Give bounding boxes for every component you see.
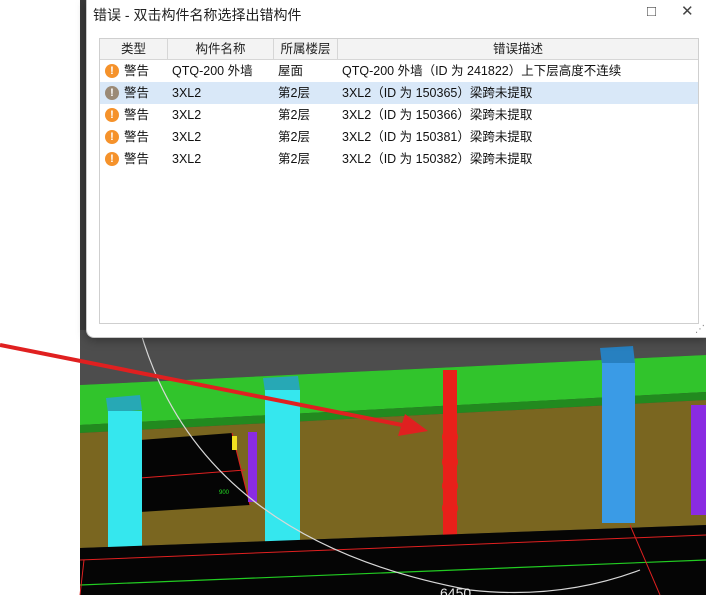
column-header-name[interactable]: 构件名称 bbox=[168, 39, 274, 59]
warning-icon: ! bbox=[105, 86, 119, 100]
arrow-shaft bbox=[0, 343, 413, 429]
column-header-description[interactable]: 错误描述 bbox=[338, 39, 698, 59]
row-description: 3XL2（ID 为 150381）梁跨未提取 bbox=[342, 130, 533, 144]
table-row[interactable]: ! 警告 3XL2 第2层 3XL2（ID 为 150365）梁跨未提取 bbox=[100, 82, 698, 104]
close-icon[interactable]: ✕ bbox=[681, 2, 694, 22]
row-component-name: 3XL2 bbox=[172, 108, 202, 122]
arrow-head bbox=[398, 414, 428, 436]
row-component-name: 3XL2 bbox=[172, 86, 202, 100]
row-type: 警告 bbox=[124, 64, 150, 78]
row-description: 3XL2（ID 为 150366）梁跨未提取 bbox=[342, 108, 533, 122]
error-dialog: 错误 - 双击构件名称选择出错构件 □ ✕ 类型 构件名称 所属楼层 错误描述 … bbox=[86, 0, 706, 338]
row-description: 3XL2（ID 为 150365）梁跨未提取 bbox=[342, 86, 533, 100]
row-floor: 第2层 bbox=[278, 86, 310, 100]
table-row[interactable]: ! 警告 3XL2 第2层 3XL2（ID 为 150381）梁跨未提取 bbox=[100, 126, 698, 148]
table-row[interactable]: ! 警告 3XL2 第2层 3XL2（ID 为 150382）梁跨未提取 bbox=[100, 148, 698, 170]
row-component-name: 3XL2 bbox=[172, 152, 202, 166]
error-table[interactable]: 类型 构件名称 所属楼层 错误描述 ! 警告 QTQ-200 外墙 屋面 QTQ-200… bbox=[99, 38, 699, 324]
row-description: QTQ-200 外墙（ID 为 241822）上下层高度不连续 bbox=[342, 64, 622, 78]
warning-icon: ! bbox=[105, 130, 119, 144]
row-component-name: QTQ-200 外墙 bbox=[172, 64, 253, 78]
column-header-floor[interactable]: 所属楼层 bbox=[274, 39, 338, 59]
table-row[interactable]: ! 警告 QTQ-200 外墙 屋面 QTQ-200 外墙（ID 为 241822）上下… bbox=[100, 60, 698, 82]
row-floor: 第2层 bbox=[278, 152, 310, 166]
row-type: 警告 bbox=[124, 108, 150, 122]
dialog-title: 错误 - 双击构件名称选择出错构件 bbox=[93, 7, 302, 23]
warning-icon: ! bbox=[105, 64, 119, 78]
row-component-name: 3XL2 bbox=[172, 130, 202, 144]
row-floor: 屋面 bbox=[278, 64, 304, 78]
warning-icon: ! bbox=[105, 108, 119, 122]
table-header: 类型 构件名称 所属楼层 错误描述 bbox=[100, 39, 698, 60]
row-type: 警告 bbox=[124, 86, 150, 100]
row-description: 3XL2（ID 为 150382）梁跨未提取 bbox=[342, 152, 533, 166]
maximize-icon[interactable]: □ bbox=[647, 2, 656, 22]
warning-icon: ! bbox=[105, 152, 119, 166]
row-floor: 第2层 bbox=[278, 130, 310, 144]
column-header-type[interactable]: 类型 bbox=[100, 39, 168, 59]
resize-grip-icon[interactable]: ⋰ bbox=[695, 324, 705, 335]
table-row[interactable]: ! 警告 3XL2 第2层 3XL2（ID 为 150366）梁跨未提取 bbox=[100, 104, 698, 126]
row-type: 警告 bbox=[124, 152, 150, 166]
row-type: 警告 bbox=[124, 130, 150, 144]
row-floor: 第2层 bbox=[278, 108, 310, 122]
